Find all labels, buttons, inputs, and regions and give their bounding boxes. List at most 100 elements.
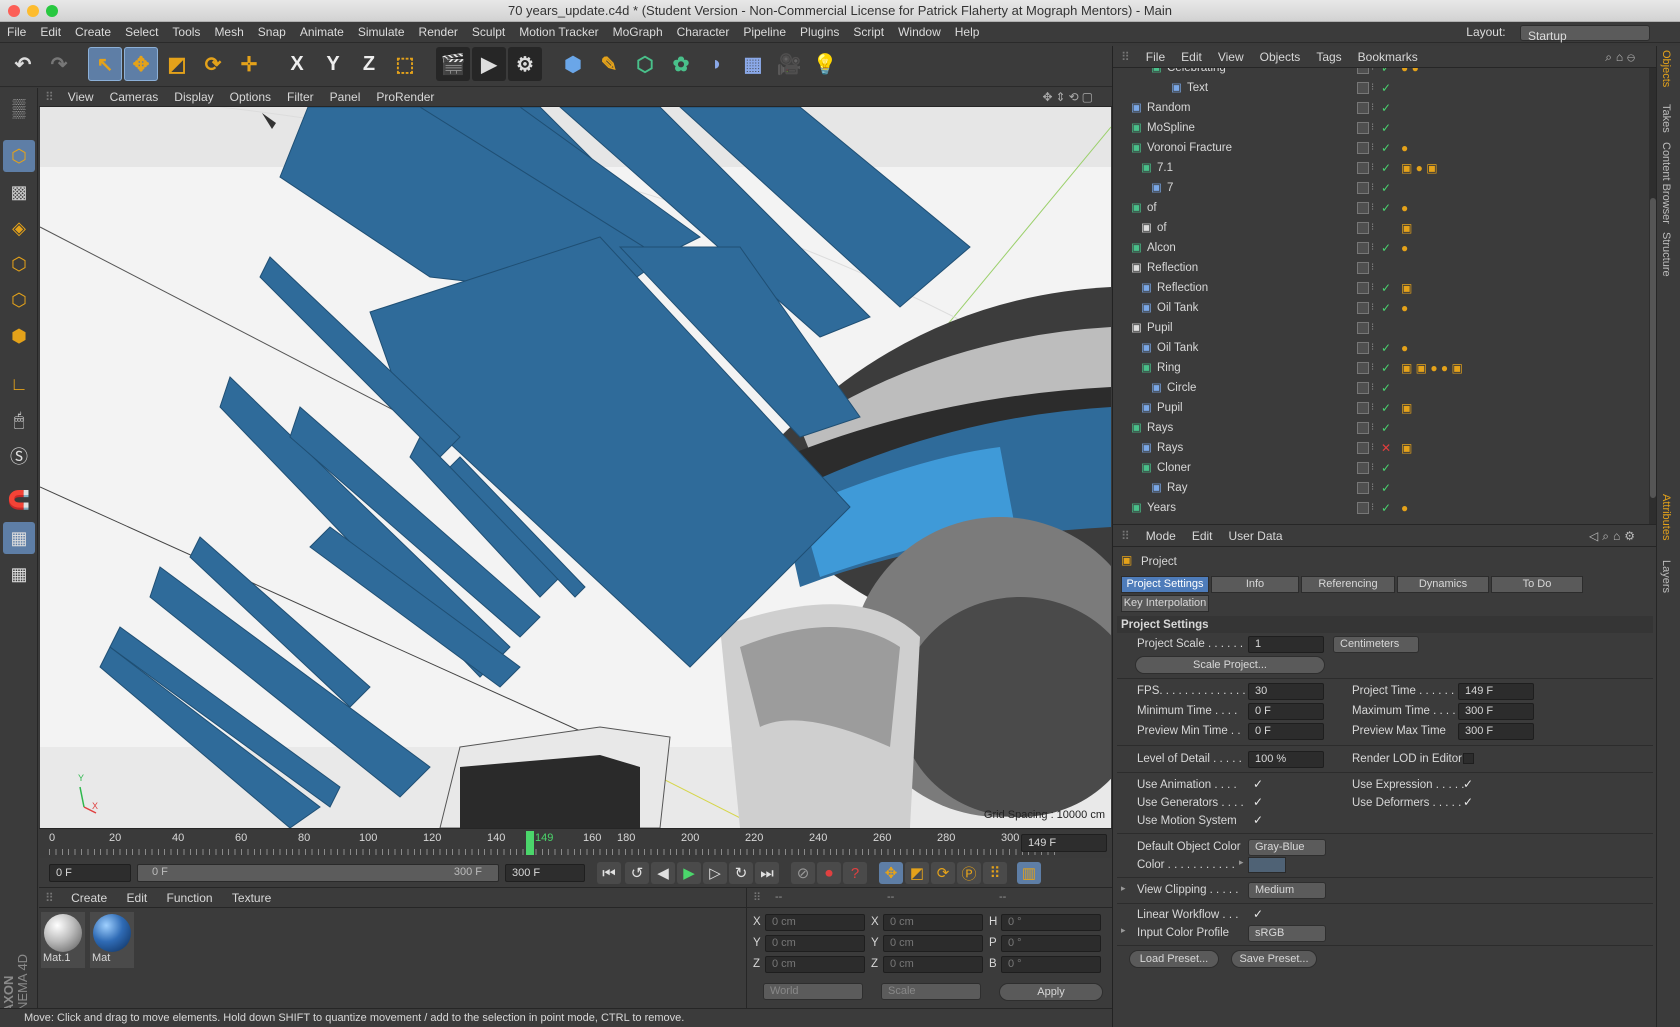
layer-tag-icon[interactable] <box>1357 442 1369 454</box>
layer-tag-icon[interactable] <box>1357 342 1369 354</box>
object-tags-icons[interactable]: ▣ <box>1401 438 1412 458</box>
enabled-check-icon[interactable]: ✓ <box>1381 98 1391 118</box>
render-view-icon[interactable]: 🎬 <box>436 47 470 81</box>
visibility-dots-icon[interactable]: ⁝ <box>1371 418 1374 438</box>
use-generators-checkbox[interactable]: ✓ <box>1253 796 1264 808</box>
object-row[interactable]: ▣ Reflection ⁝ ✓ ▣ <box>1121 278 1649 298</box>
rotation-h-field[interactable]: 0 ° <box>1001 914 1101 931</box>
viewport-menu-options[interactable]: Options <box>222 87 279 107</box>
object-row[interactable]: ▣ Celebrating ⁝ ✓ ● ● <box>1121 68 1649 78</box>
menu-plugins[interactable]: Plugins <box>793 22 846 43</box>
visibility-dots-icon[interactable]: ⁝ <box>1371 118 1374 138</box>
pen-spline-icon[interactable]: ✎ <box>592 47 626 81</box>
objects-menu-tags[interactable]: Tags <box>1308 46 1349 68</box>
menu-render[interactable]: Render <box>412 22 465 43</box>
menu-simulate[interactable]: Simulate <box>351 22 412 43</box>
size-x-field[interactable]: 0 cm <box>883 914 983 931</box>
object-row[interactable]: ▣ Random ⁝ ✓ <box>1121 98 1649 118</box>
key-scale-icon[interactable]: ◩ <box>905 862 929 884</box>
enabled-check-icon[interactable]: ✓ <box>1381 68 1391 78</box>
position-x-field[interactable]: 0 cm <box>765 914 865 931</box>
points-mode-icon[interactable]: ⬡ <box>3 248 35 280</box>
enabled-check-icon[interactable]: ✓ <box>1381 278 1391 298</box>
menu-motion-tracker[interactable]: Motion Tracker <box>512 22 605 43</box>
next-frame-icon[interactable]: ▷ <box>703 862 727 884</box>
visibility-dots-icon[interactable]: ⁝ <box>1371 478 1374 498</box>
undo-icon[interactable]: ↶ <box>6 47 40 81</box>
size-mode-select[interactable]: Scale <box>881 983 981 1000</box>
enabled-check-icon[interactable]: ✓ <box>1381 498 1391 518</box>
disabled-x-icon[interactable]: ✕ <box>1381 438 1391 458</box>
menu-file[interactable]: File <box>0 22 33 43</box>
layer-tag-icon[interactable] <box>1357 402 1369 414</box>
enabled-check-icon[interactable]: ✓ <box>1381 158 1391 178</box>
object-row[interactable]: ▣ Voronoi Fracture ⁝ ✓ ● <box>1121 138 1649 158</box>
y-axis-lock-button[interactable]: Y <box>316 47 350 81</box>
object-row[interactable]: ▣ Circle ⁝ ✓ <box>1121 378 1649 398</box>
object-tags-icons[interactable]: ▣ <box>1401 218 1412 238</box>
object-name[interactable]: Celebrating <box>1167 68 1226 78</box>
go-to-end-icon[interactable]: ⏭ <box>755 862 779 884</box>
menu-edit[interactable]: Edit <box>33 22 68 43</box>
menu-mograph[interactable]: MoGraph <box>606 22 670 43</box>
side-tab-layers[interactable]: Layers <box>1660 560 1672 593</box>
viewport-menu-view[interactable]: View <box>60 87 102 107</box>
object-tags-icons[interactable]: ● ● <box>1401 68 1419 78</box>
size-z-field[interactable]: 0 cm <box>883 956 983 973</box>
use-deformers-checkbox[interactable]: ✓ <box>1463 796 1474 808</box>
object-name[interactable]: Rays <box>1157 438 1183 458</box>
object-row[interactable]: ▣ Alcon ⁝ ✓ ● <box>1121 238 1649 258</box>
coordinate-system-icon[interactable]: ⬚ <box>388 47 422 81</box>
level-of-detail-field[interactable]: 100 % <box>1248 751 1324 768</box>
enabled-check-icon[interactable]: ✓ <box>1381 418 1391 438</box>
material-swatch-mat1[interactable]: Mat.1 <box>41 912 85 968</box>
key-pla-icon[interactable]: ⠿ <box>983 862 1007 884</box>
keyframe-selection-icon[interactable]: ? <box>843 862 867 884</box>
render-settings-icon[interactable]: ⚙ <box>508 47 542 81</box>
tab-key-interpolation[interactable]: Key Interpolation <box>1121 595 1209 612</box>
layer-tag-icon[interactable] <box>1357 302 1369 314</box>
enabled-check-icon[interactable]: ✓ <box>1381 458 1391 478</box>
object-row[interactable]: ▣ Ring ⁝ ✓ ▣ ▣ ● ● ▣ <box>1121 358 1649 378</box>
project-scale-unit-select[interactable]: Centimeters <box>1333 636 1419 653</box>
visibility-dots-icon[interactable]: ⁝ <box>1371 218 1374 238</box>
object-row[interactable]: ▣ of ⁝ ✓ ● <box>1121 198 1649 218</box>
enabled-check-icon[interactable]: ✓ <box>1381 118 1391 138</box>
expand-arrow-icon[interactable]: ▸ <box>1239 857 1244 868</box>
render-picture-viewer-icon[interactable]: ▶ <box>472 47 506 81</box>
layer-tag-icon[interactable] <box>1357 142 1369 154</box>
layout-dropdown[interactable]: Startup <box>1520 24 1650 43</box>
enabled-check-icon[interactable]: ✓ <box>1381 238 1391 258</box>
playhead[interactable] <box>526 831 534 855</box>
object-row[interactable]: ▣ Cloner ⁝ ✓ <box>1121 458 1649 478</box>
object-row[interactable]: ▣ Oil Tank ⁝ ✓ ● <box>1121 298 1649 318</box>
object-row[interactable]: ▣ 7 ⁝ ✓ <box>1121 178 1649 198</box>
object-name[interactable]: Random <box>1147 98 1190 118</box>
enabled-check-icon[interactable]: ✓ <box>1381 138 1391 158</box>
viewport-menu-prorender[interactable]: ProRender <box>368 87 442 107</box>
menu-character[interactable]: Character <box>670 22 737 43</box>
visibility-dots-icon[interactable]: ⁝ <box>1371 78 1374 98</box>
rotate-tool-icon[interactable]: ⟳ <box>196 47 230 81</box>
use-motion-system-checkbox[interactable]: ✓ <box>1253 814 1264 826</box>
autokeying-icon[interactable]: ⏺ <box>817 862 841 884</box>
layer-tag-icon[interactable] <box>1357 222 1369 234</box>
object-row[interactable]: ▣ Pupil ⁝ ✓ ▣ <box>1121 398 1649 418</box>
enabled-check-icon[interactable]: ✓ <box>1381 478 1391 498</box>
coordinate-space-select[interactable]: World <box>763 983 863 1000</box>
camera-icon[interactable]: 🎥 <box>772 47 806 81</box>
layer-tag-icon[interactable] <box>1357 102 1369 114</box>
go-to-start-icon[interactable]: ⏮ <box>597 862 621 884</box>
object-name[interactable]: Reflection <box>1147 258 1198 278</box>
menu-select[interactable]: Select <box>118 22 165 43</box>
maximum-time-field[interactable]: 300 F <box>1458 703 1534 720</box>
previous-frame-icon[interactable]: ◀ <box>651 862 675 884</box>
side-tab-content-browser[interactable]: Content Browser <box>1660 142 1672 224</box>
object-tags-icons[interactable]: ● <box>1401 498 1408 518</box>
object-name[interactable]: Text <box>1187 78 1208 98</box>
layer-tag-icon[interactable] <box>1357 282 1369 294</box>
enabled-check-icon[interactable]: ✓ <box>1381 358 1391 378</box>
object-row[interactable]: ▣ Rays ⁝ ✕ ▣ <box>1121 438 1649 458</box>
floor-scene-icon[interactable]: ▦ <box>736 47 770 81</box>
object-name[interactable]: 7.1 <box>1157 158 1173 178</box>
